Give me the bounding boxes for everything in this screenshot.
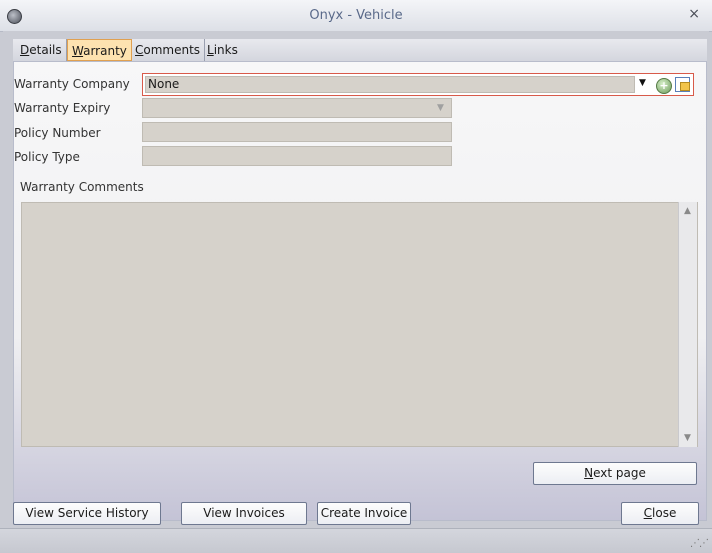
lookup-icon[interactable]: [675, 77, 690, 92]
tab-warranty-label: arranty: [83, 44, 127, 58]
policy-number-label: Policy Number: [14, 126, 101, 140]
policy-number-field[interactable]: [142, 122, 452, 142]
tab-links-label: inks: [213, 43, 238, 57]
tab-details-mnemonic: D: [20, 43, 30, 57]
next-page-mnemonic: N: [584, 466, 594, 480]
close-mnemonic: C: [643, 506, 653, 520]
warranty-company-value: None: [145, 76, 635, 93]
scroll-down-icon[interactable]: ▼: [684, 433, 691, 443]
tab-comments-label: omments: [143, 43, 201, 57]
tab-details-label: etails: [29, 43, 62, 57]
warranty-company-select[interactable]: None ▼: [142, 73, 694, 96]
resize-grip-icon[interactable]: ⋰⋰: [690, 538, 709, 549]
view-service-history-button[interactable]: View Service History: [13, 502, 161, 525]
title-bar: Onyx - Vehicle ×: [0, 0, 712, 32]
warranty-comments-textarea[interactable]: [21, 202, 698, 447]
policy-type-field[interactable]: [142, 146, 452, 166]
warranty-expiry-picker[interactable]: ▼: [142, 98, 452, 118]
next-page-button[interactable]: Next page: [533, 462, 697, 485]
close-icon[interactable]: ×: [688, 6, 700, 22]
policy-type-label: Policy Type: [14, 150, 80, 164]
vehicle-window: Onyx - Vehicle × Details Warranty Commen…: [0, 0, 712, 553]
tab-links[interactable]: Links: [203, 39, 242, 61]
warranty-comments-label: Warranty Comments: [20, 180, 144, 194]
warranty-expiry-label: Warranty Expiry: [14, 101, 111, 115]
chevron-down-icon[interactable]: ▼: [437, 103, 444, 113]
comments-scrollbar[interactable]: ▲ ▼: [678, 202, 697, 447]
window-title: Onyx - Vehicle: [309, 8, 403, 23]
tab-warranty-mnemonic: W: [72, 44, 84, 58]
view-invoices-button[interactable]: View Invoices: [181, 502, 307, 525]
create-invoice-button[interactable]: Create Invoice: [317, 502, 411, 525]
tab-details[interactable]: Details: [16, 39, 67, 61]
add-icon[interactable]: +: [656, 78, 672, 94]
close-label: lose: [652, 506, 677, 520]
tab-links-mnemonic: L: [207, 43, 214, 57]
next-page-label: ext page: [593, 466, 646, 480]
warranty-company-label: Warranty Company: [14, 77, 130, 91]
scroll-up-icon[interactable]: ▲: [684, 206, 691, 216]
close-button[interactable]: Close: [621, 502, 699, 525]
chevron-down-icon[interactable]: ▼: [639, 78, 646, 88]
tab-warranty[interactable]: Warranty: [67, 39, 132, 61]
status-bar: ⋰⋰: [0, 528, 712, 553]
tab-comments[interactable]: Comments: [131, 39, 206, 61]
